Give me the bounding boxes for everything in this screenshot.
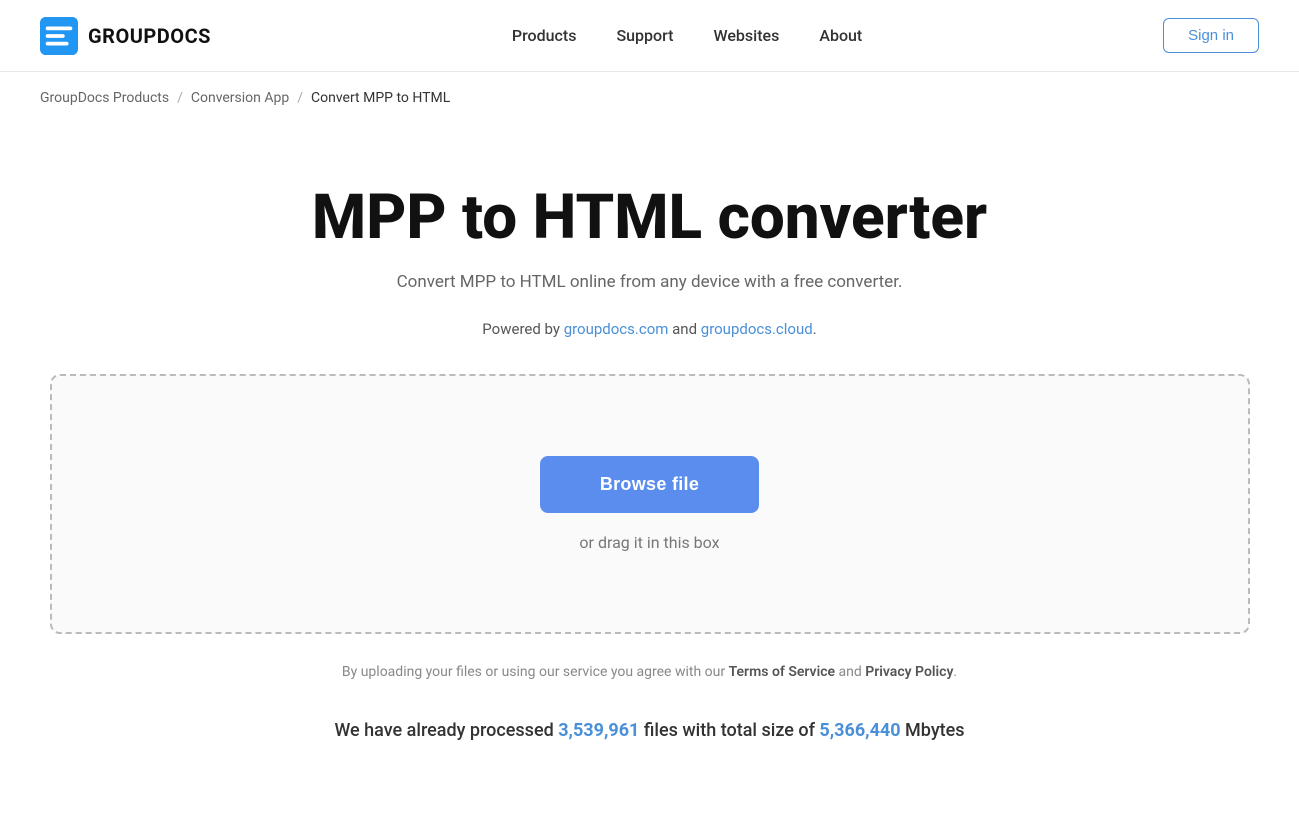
breadcrumb-section[interactable]: Conversion App (191, 90, 289, 106)
nav-support[interactable]: Support (616, 26, 673, 45)
drag-text: or drag it in this box (579, 533, 719, 552)
groupdocs-logo-icon (40, 17, 78, 55)
tos-link[interactable]: Terms of Service (729, 664, 835, 680)
powered-by-suffix: . (813, 320, 817, 338)
stats-suffix: Mbytes (901, 720, 965, 741)
tos-prefix: By uploading your files or using our ser… (342, 664, 729, 680)
browse-file-button[interactable]: Browse file (540, 456, 759, 513)
tos-suffix: . (953, 664, 957, 680)
groupdocs-cloud-link[interactable]: groupdocs.cloud (701, 320, 813, 338)
breadcrumb: GroupDocs Products / Conversion App / Co… (0, 72, 1299, 124)
powered-by-prefix: Powered by (482, 320, 563, 338)
breadcrumb-sep-1: / (177, 90, 183, 106)
powered-by-mid: and (668, 320, 700, 338)
breadcrumb-sep-2: / (297, 90, 303, 106)
breadcrumb-root[interactable]: GroupDocs Products (40, 90, 169, 106)
main-content: MPP to HTML converter Convert MPP to HTM… (0, 124, 1299, 781)
groupdocs-com-link[interactable]: groupdocs.com (564, 320, 669, 338)
stats-mid: files with total size of (639, 720, 819, 741)
page-title: MPP to HTML converter (312, 184, 987, 252)
drop-zone[interactable]: Browse file or drag it in this box (50, 374, 1250, 634)
privacy-link[interactable]: Privacy Policy (865, 664, 953, 680)
stats: We have already processed 3,539,961 file… (334, 720, 964, 741)
stats-prefix: We have already processed (334, 720, 558, 741)
breadcrumb-current: Convert MPP to HTML (311, 90, 450, 106)
tos-mid: and (835, 664, 865, 680)
nav-products[interactable]: Products (512, 26, 577, 45)
stats-files: 3,539,961 (558, 720, 639, 741)
logo[interactable]: GROUPDOCS (40, 17, 211, 55)
tos-text: By uploading your files or using our ser… (342, 664, 957, 680)
subtitle: Convert MPP to HTML online from any devi… (397, 272, 903, 292)
nav-websites[interactable]: Websites (713, 26, 779, 45)
main-nav: Products Support Websites About (512, 26, 862, 45)
powered-by: Powered by groupdocs.com and groupdocs.c… (482, 320, 816, 338)
stats-size: 5,366,440 (819, 720, 900, 741)
logo-text: GROUPDOCS (88, 24, 211, 48)
signin-button[interactable]: Sign in (1163, 18, 1259, 53)
nav-about[interactable]: About (819, 26, 862, 45)
